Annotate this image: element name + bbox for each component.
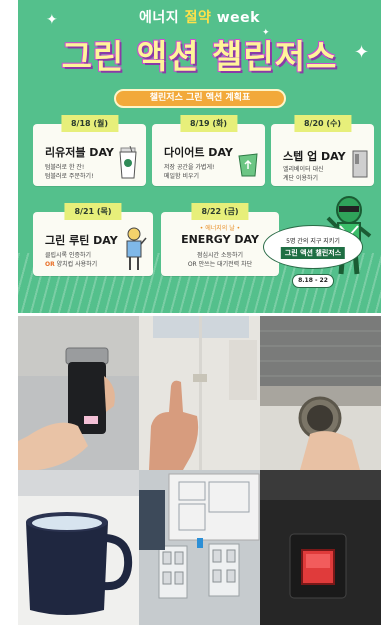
card-date-tag: 8/22 (금): [191, 203, 249, 220]
subtitle-part: 에너지: [139, 10, 185, 26]
subtitle-part: week: [211, 10, 260, 26]
card-desc: 클립시록 인증하기 OR 양치컵 사용하기: [45, 251, 97, 269]
photo-cup-sink-image: [260, 316, 381, 470]
day-card-step-up: 8/20 (수) 스텝 업 DAY 엘리베이터 대신 계단 이용하기: [271, 115, 374, 186]
card-date-tag: 8/19 (화): [179, 115, 238, 132]
card-title: 리유저블 DAY: [45, 146, 114, 159]
card-desc-line: 대기전력 차단: [217, 261, 253, 268]
energy-badge: • 에너지의 날 •: [199, 225, 241, 232]
card-title: 다이어트 DAY: [164, 146, 233, 159]
card-date-tag: 8/20 (수): [293, 115, 352, 132]
card-desc-line: 클립시록 인증하기: [45, 252, 92, 259]
date-range-pill: 8.18 - 22: [292, 274, 334, 288]
day-card-reusable: 8/18 (월) 리유저블 DAY 텀블러로 한 잔! 텀블러로 주문하기!: [33, 115, 146, 186]
or-label: OR: [187, 261, 197, 268]
card-desc-line: 점심시간 소등하기: [196, 252, 244, 259]
photo-thumbs-up: [139, 316, 260, 470]
poster-title: 그린 액션 챌린저스: [61, 37, 338, 76]
recycle-bin-icon: [238, 153, 258, 177]
card-title: ENERGY DAY: [181, 233, 259, 246]
card-title: 스텝 업 DAY: [283, 150, 346, 163]
card-date-tag: 8/21 (목): [64, 203, 122, 220]
door-icon: [352, 150, 368, 178]
photo-tumbler: [18, 316, 139, 470]
photo-light-switches-image: [139, 470, 260, 625]
card-desc: 저장 공간을 가볍게! 메일함 비우기: [164, 163, 214, 181]
speech-bubble: 5명 간의 지구 지키기 그린 액션 챌린저스: [263, 225, 363, 269]
card-desc-line: 메일함 비우기: [164, 173, 200, 180]
poster-subtitle: 에너지 절약 week: [18, 7, 381, 27]
bubble-line: 5명 간의 지구 지키기: [286, 238, 340, 245]
tumbler-icon: [119, 146, 137, 179]
person-toothbrush-icon: [126, 227, 147, 270]
photo-power-switch: [260, 470, 381, 625]
card-desc-line: 엘리베이터 대신: [283, 166, 324, 173]
card-desc-line: 안쓰는: [198, 261, 218, 268]
photo-mug-ice-image: [18, 470, 139, 625]
plan-label: 챌린저스 그린 액션 계획표: [114, 89, 286, 108]
photo-light-switches: [139, 470, 260, 625]
card-desc: 점심시간 소등하기 OR 안쓰는 대기전력 차단: [161, 251, 279, 269]
card-desc: 텀블러로 한 잔! 텀블러로 주문하기!: [45, 163, 93, 181]
sparkle-icon: ✦: [46, 12, 58, 28]
photo-power-switch-image: [260, 470, 381, 625]
photo-tumbler-image: [18, 316, 139, 470]
day-card-green-routine: 8/21 (목) 그린 루틴 DAY 클립시록 인증하기 OR 양치컵 사용하기: [33, 203, 153, 276]
bubble-highlight: 그린 액션 챌린저스: [280, 247, 346, 259]
card-desc: 엘리베이터 대신 계단 이용하기: [283, 165, 324, 183]
day-card-diet: 8/19 (화) 다이어트 DAY 저장 공간을 가볍게! 메일함 비우기: [152, 115, 265, 186]
or-label: OR: [45, 261, 55, 268]
subtitle-accent: 절약: [184, 10, 212, 26]
card-desc-line: 텀블러로 주문하기!: [45, 173, 94, 180]
card-desc-line: 텀블러로 한 잔!: [45, 164, 85, 171]
card-desc-line: 계단 이용하기: [283, 175, 319, 182]
card-desc-line: 양치컵 사용하기: [54, 261, 98, 268]
day-card-energy: 8/22 (금) • 에너지의 날 • ENERGY DAY 점심시간 소등하기…: [161, 203, 279, 276]
challenge-poster: 에너지 절약 week ✦ ✦ ✦ 그린 액션 챌린저스 챌린저스 그린 액션 …: [18, 0, 381, 313]
photo-thumbs-up-image: [139, 316, 260, 470]
card-title: 그린 루틴 DAY: [45, 234, 118, 247]
card-date-tag: 8/18 (월): [60, 115, 119, 132]
photo-mug-ice: [18, 470, 139, 625]
photo-cup-sink: [260, 316, 381, 470]
card-desc-line: 저장 공간을 가볍게!: [164, 164, 215, 171]
